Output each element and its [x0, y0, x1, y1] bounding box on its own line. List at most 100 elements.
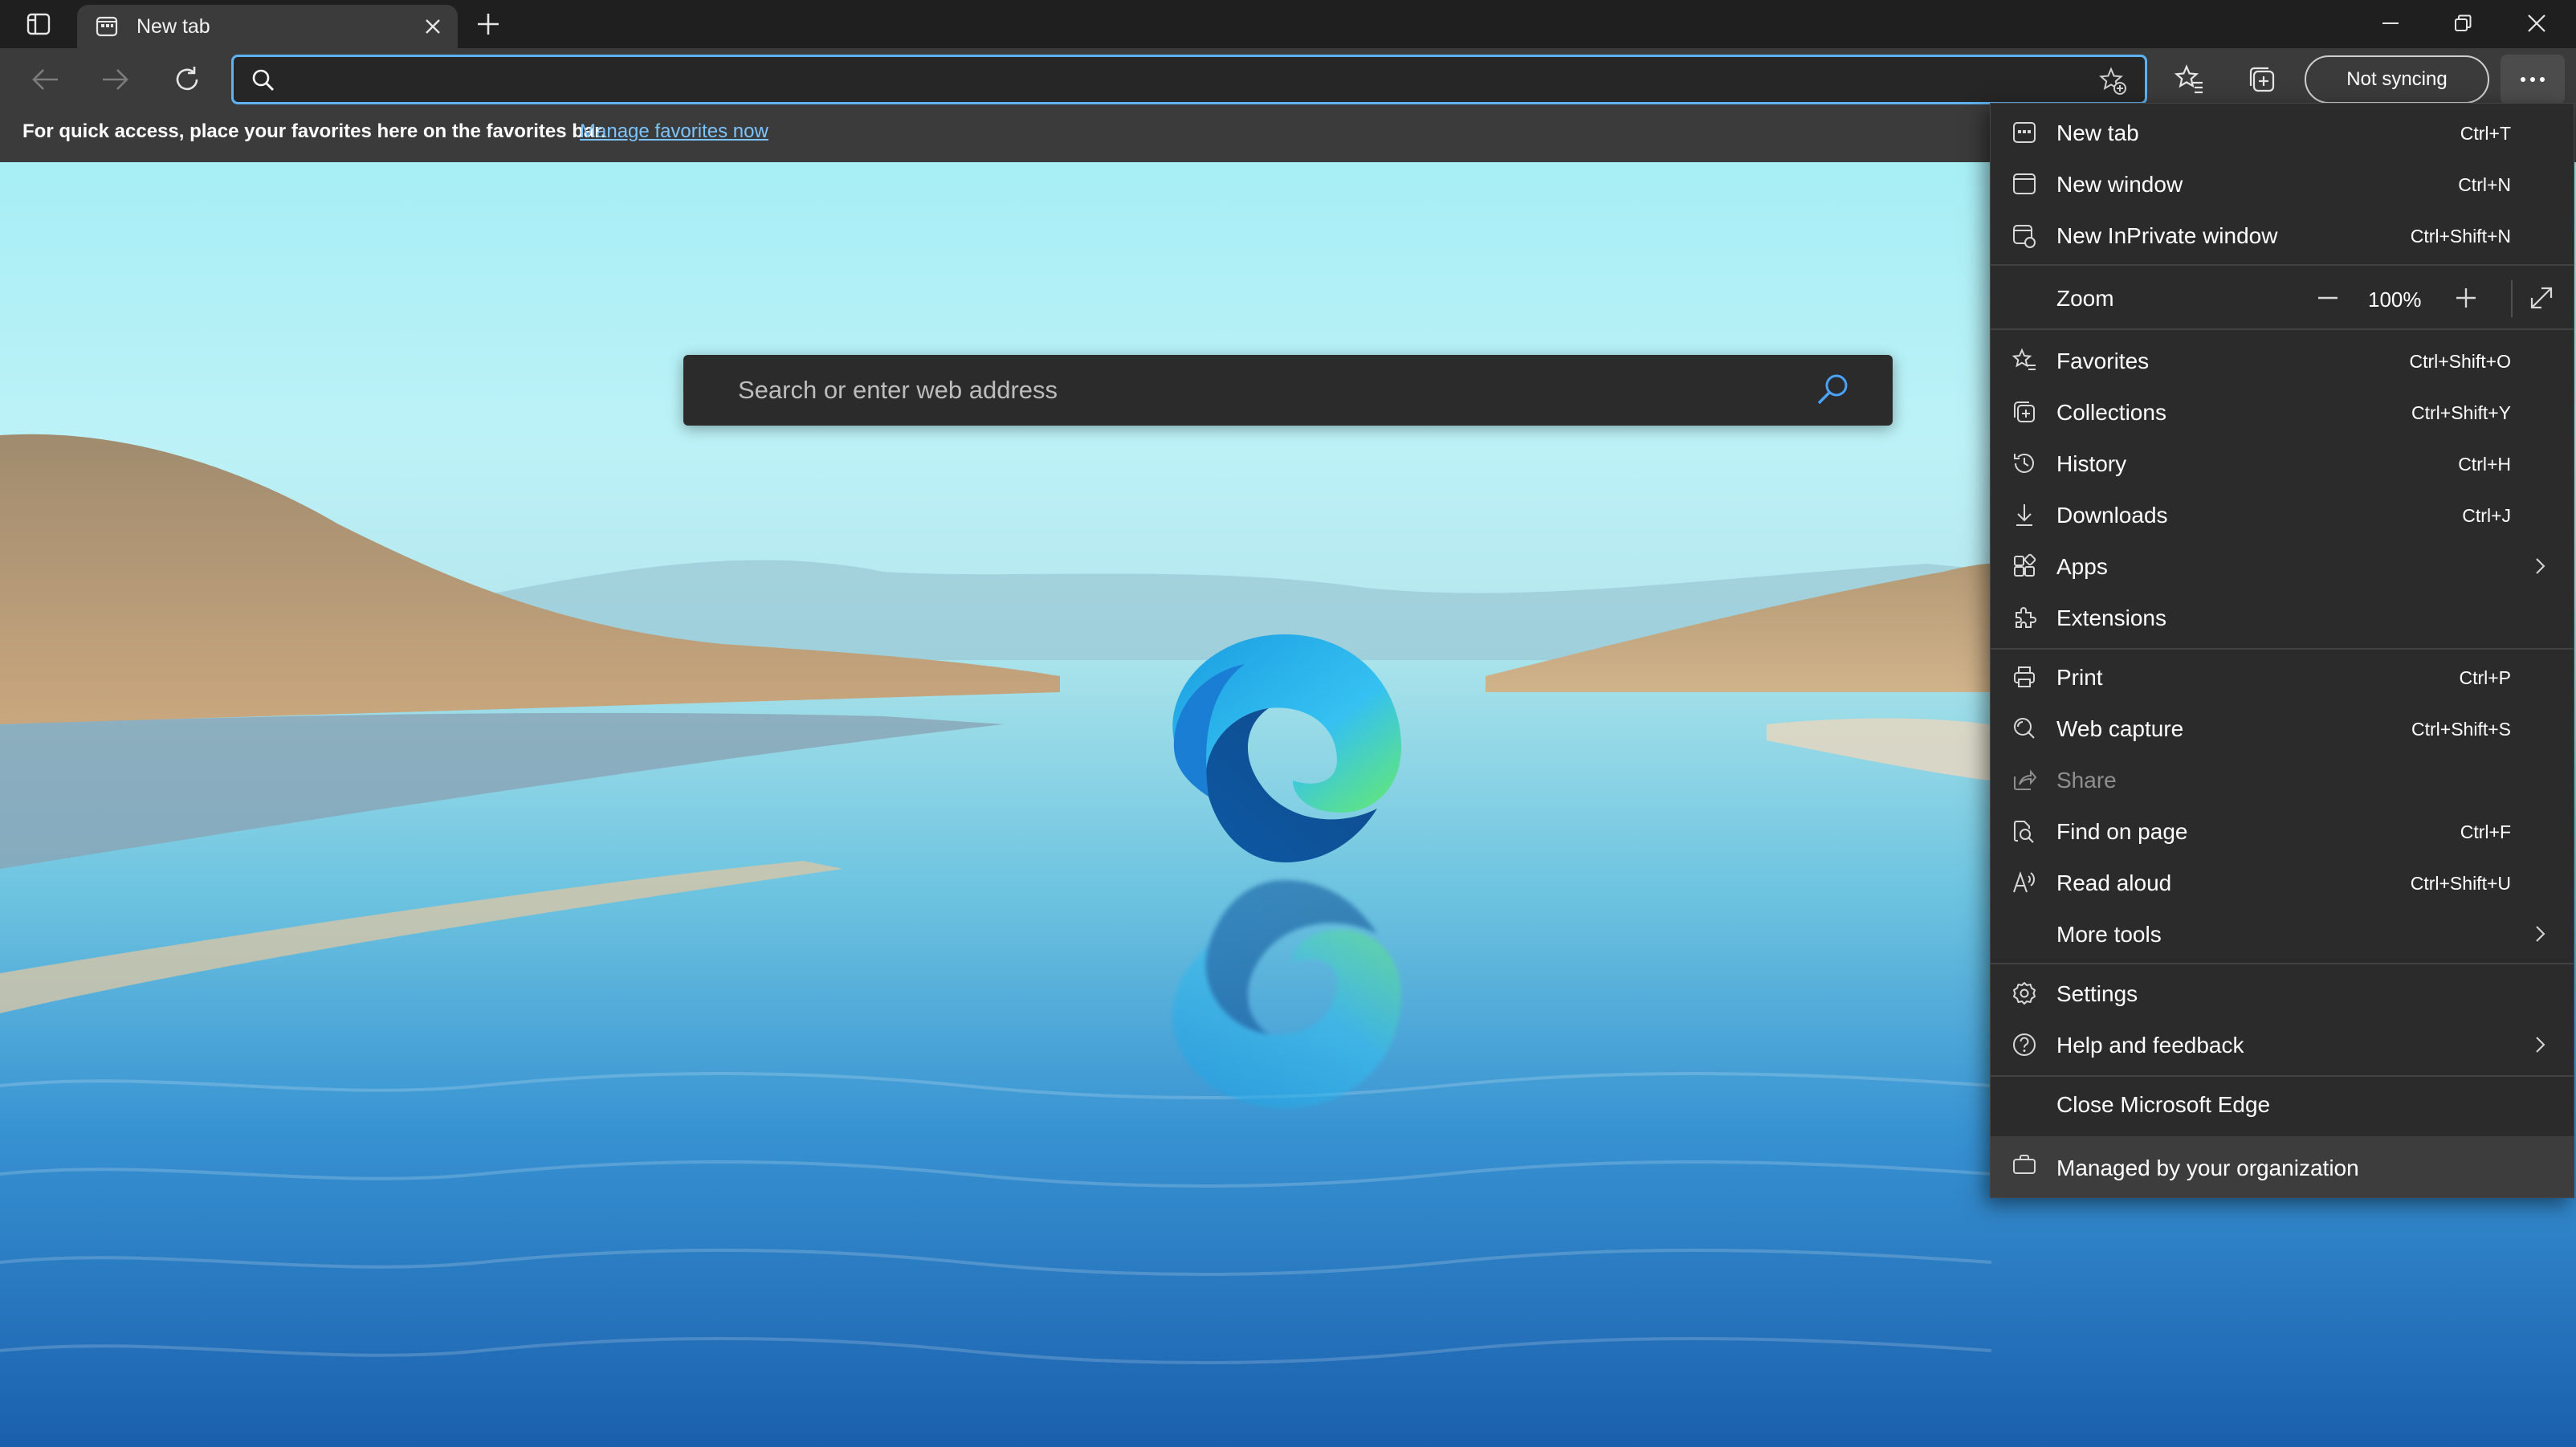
- tab-close-button[interactable]: [421, 14, 445, 39]
- menu-item-apps[interactable]: Apps: [1991, 540, 2574, 592]
- menu-shortcut: Ctrl+P: [2459, 667, 2511, 688]
- menu-shortcut: Ctrl+Shift+U: [2410, 873, 2511, 894]
- menu-label: Settings: [2056, 981, 2138, 1006]
- menu-item-collections[interactable]: Collections Ctrl+Shift+Y: [1991, 386, 2574, 438]
- menu-label: New tab: [2056, 120, 2139, 145]
- menu-label: New InPrivate window: [2056, 223, 2278, 248]
- edge-logo-icon: [1172, 634, 1401, 862]
- menu-shortcut: Ctrl+Shift+Y: [2411, 402, 2511, 423]
- menu-label: Read aloud: [2056, 870, 2172, 895]
- toolbar: Not syncing: [0, 48, 2576, 109]
- restore-button[interactable]: [2427, 0, 2499, 47]
- menu-label: Favorites: [2056, 349, 2150, 373]
- menu-item-managed-by-organization[interactable]: Managed by your organization: [1991, 1136, 2574, 1197]
- refresh-icon: [176, 67, 198, 91]
- menu-shortcut: Ctrl+F: [2460, 821, 2511, 842]
- page-search-placeholder: Search or enter web address: [738, 376, 1058, 404]
- new-tab-icon: [2013, 122, 2036, 143]
- menu-separator: [1991, 1075, 2574, 1077]
- forward-button[interactable]: [96, 61, 133, 98]
- menu-separator: [1991, 328, 2574, 330]
- menu-label: Print: [2056, 665, 2103, 690]
- menu-item-favorites[interactable]: Favorites Ctrl+Shift+O: [1991, 335, 2574, 386]
- new-tab-favicon-icon: [96, 16, 118, 37]
- menu-item-more-tools[interactable]: More tools: [1991, 908, 2574, 960]
- new-tab-button[interactable]: [472, 8, 504, 40]
- zoom-out-icon[interactable]: [2313, 283, 2342, 312]
- back-arrow-icon: [32, 69, 58, 90]
- find-on-page-icon: [2014, 821, 2034, 843]
- collections-icon: [2014, 401, 2035, 422]
- profile-sync-button[interactable]: Not syncing: [2305, 55, 2489, 104]
- menu-item-share[interactable]: Share: [1991, 754, 2574, 805]
- menu-item-print[interactable]: Print Ctrl+P: [1991, 651, 2574, 703]
- menu-shortcut: Ctrl+H: [2458, 454, 2511, 475]
- edge-logo-reflection-icon: [1172, 880, 1401, 1108]
- menu-item-downloads[interactable]: Downloads Ctrl+J: [1991, 489, 2574, 540]
- menu-item-close-edge[interactable]: Close Microsoft Edge: [1991, 1078, 2574, 1130]
- title-bar: New tab: [0, 0, 2576, 48]
- forward-arrow-icon: [103, 69, 128, 90]
- menu-shortcut: Ctrl+Shift+N: [2410, 226, 2511, 247]
- menu-item-find-on-page[interactable]: Find on page Ctrl+F: [1991, 805, 2574, 857]
- menu-item-help-and-feedback[interactable]: Help and feedback: [1991, 1019, 2574, 1070]
- menu-item-new-tab[interactable]: New tab Ctrl+T: [1991, 107, 2574, 158]
- page-search-box[interactable]: Search or enter web address: [683, 355, 1893, 426]
- more-dots-icon: [2521, 77, 2545, 82]
- menu-label: Web capture: [2056, 716, 2184, 741]
- search-icon: [252, 69, 274, 91]
- refresh-button[interactable]: [169, 61, 206, 98]
- tab-actions-button[interactable]: [22, 10, 55, 39]
- menu-item-extensions[interactable]: Extensions: [1991, 592, 2574, 643]
- back-button[interactable]: [27, 61, 64, 98]
- favorites-bar-message: For quick access, place your favorites h…: [22, 120, 606, 142]
- inprivate-window-icon: [2013, 225, 2036, 248]
- search-icon[interactable]: [1812, 371, 1853, 411]
- menu-item-history[interactable]: History Ctrl+H: [1991, 438, 2574, 489]
- manage-favorites-link[interactable]: Manage favorites now: [580, 120, 768, 143]
- menu-label: Share: [2056, 768, 2117, 793]
- close-icon: [2528, 14, 2545, 32]
- tab-title: New tab: [137, 15, 210, 38]
- favorites-icon: [2011, 348, 2036, 370]
- briefcase-icon: [2013, 1155, 2036, 1174]
- menu-label: Apps: [2056, 554, 2108, 579]
- window-close-button[interactable]: [2501, 0, 2573, 47]
- restore-icon: [2455, 14, 2472, 31]
- menu-item-web-capture[interactable]: Web capture Ctrl+Shift+S: [1991, 703, 2574, 754]
- minimize-button[interactable]: [2354, 0, 2427, 47]
- menu-label: Managed by your organization: [2056, 1156, 2359, 1180]
- menu-shortcut: Ctrl+Shift+O: [2409, 351, 2511, 372]
- zoom-in-icon[interactable]: [2452, 283, 2480, 312]
- add-favorite-icon[interactable]: [2098, 67, 2127, 96]
- chevron-right-icon: [2536, 926, 2545, 942]
- zoom-separator: [2511, 280, 2513, 317]
- new-window-icon: [2013, 173, 2036, 194]
- apps-icon: [2014, 553, 2036, 577]
- collections-button[interactable]: [2245, 63, 2279, 96]
- tab-actions-icon: [26, 13, 51, 35]
- plus-icon: [478, 14, 499, 35]
- menu-item-settings[interactable]: Settings: [1991, 968, 2574, 1019]
- read-aloud-icon: [2013, 870, 2035, 893]
- fullscreen-icon[interactable]: [2527, 283, 2556, 312]
- menu-item-zoom: Zoom 100%: [1991, 272, 2574, 324]
- help-icon: [2013, 1033, 2036, 1056]
- menu-item-new-inprivate-window[interactable]: New InPrivate window Ctrl+Shift+N: [1991, 210, 2574, 261]
- menu-shortcut: Ctrl+N: [2458, 174, 2511, 195]
- menu-item-new-window[interactable]: New window Ctrl+N: [1991, 158, 2574, 210]
- puzzle-icon: [2016, 607, 2036, 628]
- menu-label: Close Microsoft Edge: [2056, 1092, 2271, 1117]
- favorites-button[interactable]: [2173, 63, 2207, 96]
- tab-new-tab[interactable]: New tab: [77, 5, 458, 48]
- menu-shortcut: Ctrl+J: [2462, 505, 2511, 526]
- menu-item-read-aloud[interactable]: Read aloud Ctrl+Shift+U: [1991, 857, 2574, 908]
- menu-label: More tools: [2056, 922, 2162, 947]
- address-bar[interactable]: [231, 55, 2147, 104]
- chevron-right-icon: [2536, 1037, 2545, 1053]
- menu-shortcut: Ctrl+T: [2460, 123, 2511, 144]
- settings-and-more-button[interactable]: [2501, 55, 2565, 104]
- settings-and-more-menu: New tab Ctrl+T New window Ctrl+N New InP…: [1990, 103, 2574, 1198]
- printer-icon: [2014, 666, 2035, 687]
- menu-separator: [1991, 963, 2574, 964]
